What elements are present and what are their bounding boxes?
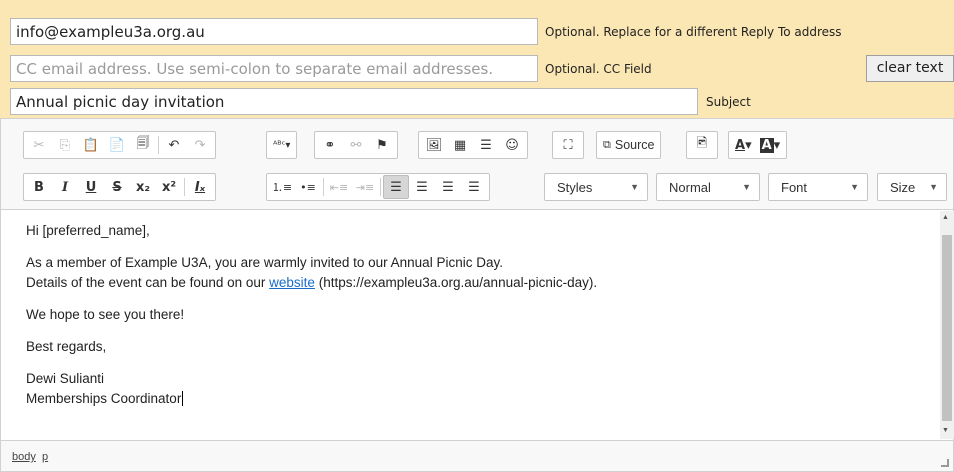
superscript-icon[interactable]: x² xyxy=(156,175,182,199)
format-dropdown[interactable]: Normal ▼ xyxy=(656,173,760,201)
closing-paragraph: Best regards, xyxy=(26,339,107,354)
maximize-group: ⛶ xyxy=(552,131,584,159)
editor-toolbar: ✂ ⎘ 📋 📄 🗐 ↶ ↷ ᴬᴮᶜ▾ ⚭ ⚯ ⚑ 🖼 ▦ ☰ ☺ ⛶ ⧉ Sou… xyxy=(1,119,953,210)
image-edit-icon[interactable]: 🖻 xyxy=(689,133,715,157)
details-text-before: Details of the event can be found on our xyxy=(26,275,270,290)
italic-icon[interactable]: I xyxy=(52,175,78,199)
font-dropdown[interactable]: Font ▼ xyxy=(768,173,868,201)
toolbar-separator xyxy=(158,136,159,154)
paste-icon[interactable]: 📋 xyxy=(78,133,104,157)
path-body[interactable]: body xyxy=(12,451,36,463)
signature-name: Dewi Sulianti xyxy=(26,371,105,386)
subscript-icon[interactable]: x₂ xyxy=(130,175,156,199)
format-label: Normal xyxy=(669,179,711,195)
clipboard-group: ✂ ⎘ 📋 📄 🗐 ↶ ↷ xyxy=(23,131,216,159)
text-cursor xyxy=(182,391,184,406)
details-text-after: (https://exampleu3a.org.au/annual-picnic… xyxy=(314,275,598,290)
invitation-line1: As a member of Example U3A, you are warm… xyxy=(26,255,503,270)
signature-title: Memberships Coordinator xyxy=(26,389,914,409)
cut-icon[interactable]: ✂ xyxy=(26,133,52,157)
editor-content[interactable]: Hi [preferred_name], As a member of Exam… xyxy=(1,211,939,439)
toolbar-separator xyxy=(184,178,185,196)
remove-format-icon[interactable]: Iₓ xyxy=(187,175,213,199)
reply-to-hint: Optional. Replace for a different Reply … xyxy=(545,25,842,39)
chevron-down-icon: ▼ xyxy=(929,182,938,192)
unlink-icon[interactable]: ⚯ xyxy=(343,133,369,157)
link-icon[interactable]: ⚭ xyxy=(317,133,343,157)
text-color-icon[interactable]: A ▾ xyxy=(731,133,756,157)
subject-input[interactable] xyxy=(10,88,698,115)
resize-handle-icon[interactable] xyxy=(941,459,949,467)
anchor-icon[interactable]: ⚑ xyxy=(369,133,395,157)
source-label: Source xyxy=(614,138,655,152)
subject-hint: Subject xyxy=(706,95,751,109)
outdent-icon[interactable]: ⇤≡ xyxy=(326,175,352,199)
element-path-bar: body p xyxy=(1,440,953,471)
basic-styles-group: B I U S x₂ x² Iₓ xyxy=(23,173,216,201)
styles-label: Styles xyxy=(557,179,593,195)
maximize-icon[interactable]: ⛶ xyxy=(555,133,581,157)
numbered-list-icon[interactable]: ⒈≡ xyxy=(269,175,295,199)
bold-icon[interactable]: B xyxy=(26,175,52,199)
scrollbar-thumb[interactable] xyxy=(942,235,952,421)
spellcheck-group: ᴬᴮᶜ▾ xyxy=(266,131,298,159)
toolbar-separator xyxy=(323,178,324,196)
background-color-icon[interactable]: A ▾ xyxy=(756,133,785,157)
undo-icon[interactable]: ↶ xyxy=(161,133,187,157)
bulleted-list-icon[interactable]: •≡ xyxy=(295,175,321,199)
insert-group: 🖼 ▦ ☰ ☺ xyxy=(418,131,528,159)
horizontal-rule-icon[interactable]: ☰ xyxy=(473,133,499,157)
align-left-icon[interactable]: ☰ xyxy=(383,175,409,199)
scroll-up-icon[interactable]: ▲ xyxy=(942,214,949,221)
paste-text-icon[interactable]: 📄 xyxy=(104,133,130,157)
chevron-down-icon: ▼ xyxy=(850,182,859,192)
colors-group: A ▾ A ▾ xyxy=(728,131,788,159)
cc-hint: Optional. CC Field xyxy=(545,62,652,76)
signature-title-text: Memberships Coordinator xyxy=(26,391,182,406)
clear-text-button[interactable]: clear text xyxy=(866,55,954,82)
greeting-paragraph: Hi [preferred_name], xyxy=(26,223,150,238)
website-link[interactable]: website xyxy=(269,275,315,290)
cc-input[interactable] xyxy=(10,55,538,82)
source-button[interactable]: ⧉ Source xyxy=(599,133,658,157)
content-scrollbar[interactable]: ▲ ▼ xyxy=(940,211,954,439)
reply-to-input[interactable] xyxy=(10,18,538,45)
table-icon[interactable]: ▦ xyxy=(447,133,473,157)
chevron-down-icon: ▼ xyxy=(630,182,639,192)
font-label: Font xyxy=(781,179,808,195)
source-group: ⧉ Source xyxy=(596,131,662,159)
size-dropdown[interactable]: Size ▼ xyxy=(877,173,947,201)
underline-icon[interactable]: U xyxy=(78,175,104,199)
redo-icon[interactable]: ↷ xyxy=(187,133,213,157)
image-icon[interactable]: 🖼 xyxy=(421,133,447,157)
path-p[interactable]: p xyxy=(42,451,48,463)
align-center-icon[interactable]: ☰ xyxy=(409,175,435,199)
smiley-icon[interactable]: ☺ xyxy=(499,133,525,157)
rich-text-editor: ✂ ⎘ 📋 📄 🗐 ↶ ↷ ᴬᴮᶜ▾ ⚭ ⚯ ⚑ 🖼 ▦ ☰ ☺ ⛶ ⧉ Sou… xyxy=(0,118,954,472)
chevron-down-icon: ▼ xyxy=(742,182,751,192)
size-label: Size xyxy=(890,179,916,195)
links-group: ⚭ ⚯ ⚑ xyxy=(314,131,398,159)
indent-icon[interactable]: ⇥≡ xyxy=(352,175,378,199)
paragraph-group: ⒈≡ •≡ ⇤≡ ⇥≡ ☰ ☰ ☰ ☰ xyxy=(266,173,490,201)
toolbar-separator xyxy=(380,178,381,196)
image-edit-group: 🖻 xyxy=(686,131,718,159)
strike-icon[interactable]: S xyxy=(104,175,130,199)
source-icon: ⧉ xyxy=(603,138,611,151)
styles-dropdown[interactable]: Styles ▼ xyxy=(544,173,648,201)
paste-word-icon[interactable]: 🗐 xyxy=(130,133,156,157)
justify-icon[interactable]: ☰ xyxy=(461,175,487,199)
invitation-paragraph: As a member of Example U3A, you are warm… xyxy=(26,253,914,293)
scroll-down-icon[interactable]: ▼ xyxy=(942,427,949,434)
hope-paragraph: We hope to see you there! xyxy=(26,307,185,322)
spellcheck-icon[interactable]: ᴬᴮᶜ▾ xyxy=(269,133,294,157)
align-right-icon[interactable]: ☰ xyxy=(435,175,461,199)
copy-icon[interactable]: ⎘ xyxy=(52,133,78,157)
